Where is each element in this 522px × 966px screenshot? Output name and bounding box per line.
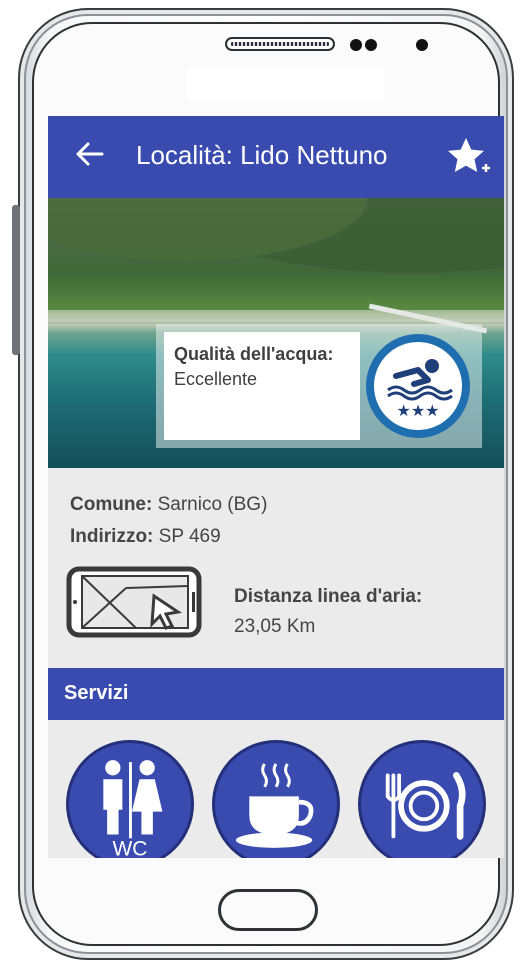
services-title: Servizi (64, 682, 129, 704)
sensor-dot (350, 39, 362, 51)
comune-value: Sarnico (BG) (157, 494, 268, 515)
wc-icon: WC (103, 760, 163, 858)
services-header: Servizi (48, 668, 504, 720)
indirizzo-label: Indirizzo: (70, 526, 154, 547)
earpiece-speaker (225, 37, 335, 51)
sensor-dot (365, 39, 377, 51)
water-quality-panel: Qualità dell'acqua: Eccellente ★★★ (156, 324, 482, 448)
page-title: Località: Lido Nettuno (136, 140, 388, 170)
photo-hillside (48, 198, 504, 308)
coffee-cup-icon (235, 763, 314, 848)
service-wc[interactable]: WC (66, 740, 194, 858)
front-camera (416, 39, 428, 51)
restaurant-icon (385, 772, 466, 840)
water-quality-label: Qualità dell'acqua: (174, 344, 334, 364)
location-photo: Qualità dell'acqua: Eccellente ★★★ (48, 198, 504, 468)
water-quality-card: Qualità dell'acqua: Eccellente (164, 332, 360, 440)
service-cafe[interactable] (212, 740, 340, 858)
arrow-left-icon[interactable] (72, 134, 108, 174)
map-navigation-icon[interactable] (66, 566, 202, 638)
indirizzo-value: SP 469 (158, 526, 221, 547)
water-quality-value: Eccellente (174, 369, 258, 389)
home-button[interactable] (218, 889, 318, 931)
service-restaurant[interactable] (358, 740, 486, 858)
comune-row: Comune: Sarnico (BG) (70, 494, 267, 516)
status-bar-area (186, 68, 384, 100)
app-screen: Località: Lido Nettuno Qualità dell'acqu… (48, 116, 504, 858)
star-add-icon[interactable] (444, 132, 494, 182)
svg-text:★★★: ★★★ (396, 401, 439, 420)
location-info: Comune: Sarnico (BG) Indirizzo: SP 469 (70, 494, 267, 558)
indirizzo-row: Indirizzo: SP 469 (70, 526, 267, 548)
app-bar: Località: Lido Nettuno (48, 116, 504, 198)
distance-label: Distanza linea d'aria: (234, 586, 423, 607)
wc-label: WC (113, 837, 148, 858)
comune-label: Comune: (70, 494, 153, 515)
side-button (12, 205, 20, 355)
swimmer-three-stars-icon: ★★★ (366, 334, 470, 438)
distance-value: 23,05 Km (234, 616, 316, 637)
